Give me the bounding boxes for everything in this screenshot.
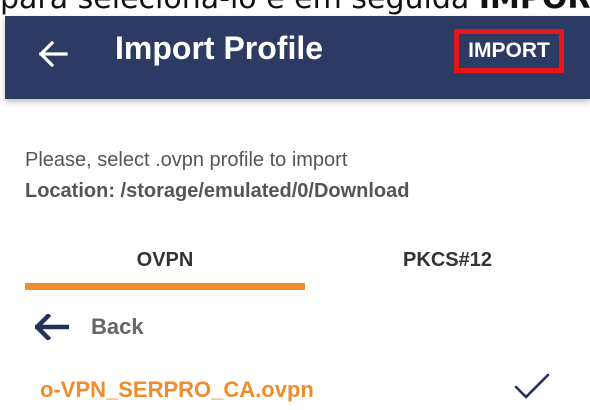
tab-ovpn[interactable]: OVPN bbox=[25, 232, 305, 288]
tab-indicator bbox=[25, 283, 305, 290]
import-button[interactable]: IMPORT bbox=[454, 29, 564, 73]
tab-pkcs12-label: PKCS#12 bbox=[403, 248, 492, 271]
file-name: o-VPN_SERPRO_CA.ovpn bbox=[40, 377, 314, 402]
tab-pkcs12[interactable]: PKCS#12 bbox=[305, 232, 590, 288]
back-label: Back bbox=[91, 314, 144, 339]
arrow-left-icon bbox=[35, 312, 69, 342]
page-title: Import Profile bbox=[115, 30, 324, 66]
check-icon bbox=[512, 373, 552, 403]
back-list-item[interactable]: Back bbox=[35, 305, 144, 349]
app-bar: Import Profile IMPORT bbox=[5, 16, 590, 99]
file-list-item[interactable]: o-VPN_SERPRO_CA.ovpn bbox=[0, 370, 590, 410]
location-path: Location: /storage/emulated/0/Download bbox=[25, 180, 410, 202]
instruction-text: Please, select .ovpn profile to import bbox=[25, 149, 348, 171]
back-arrow-icon[interactable] bbox=[33, 34, 73, 74]
import-button-label: IMPORT bbox=[468, 39, 550, 62]
instruction-caption: para seleciona-lo e em seguida IMPORT bbox=[0, 0, 590, 16]
tab-ovpn-label: OVPN bbox=[136, 248, 194, 271]
tab-bar: OVPN PKCS#12 bbox=[25, 232, 590, 292]
caption-text: para seleciona-lo e em seguida bbox=[0, 0, 479, 16]
caption-bold-text: IMPORT bbox=[479, 0, 590, 16]
